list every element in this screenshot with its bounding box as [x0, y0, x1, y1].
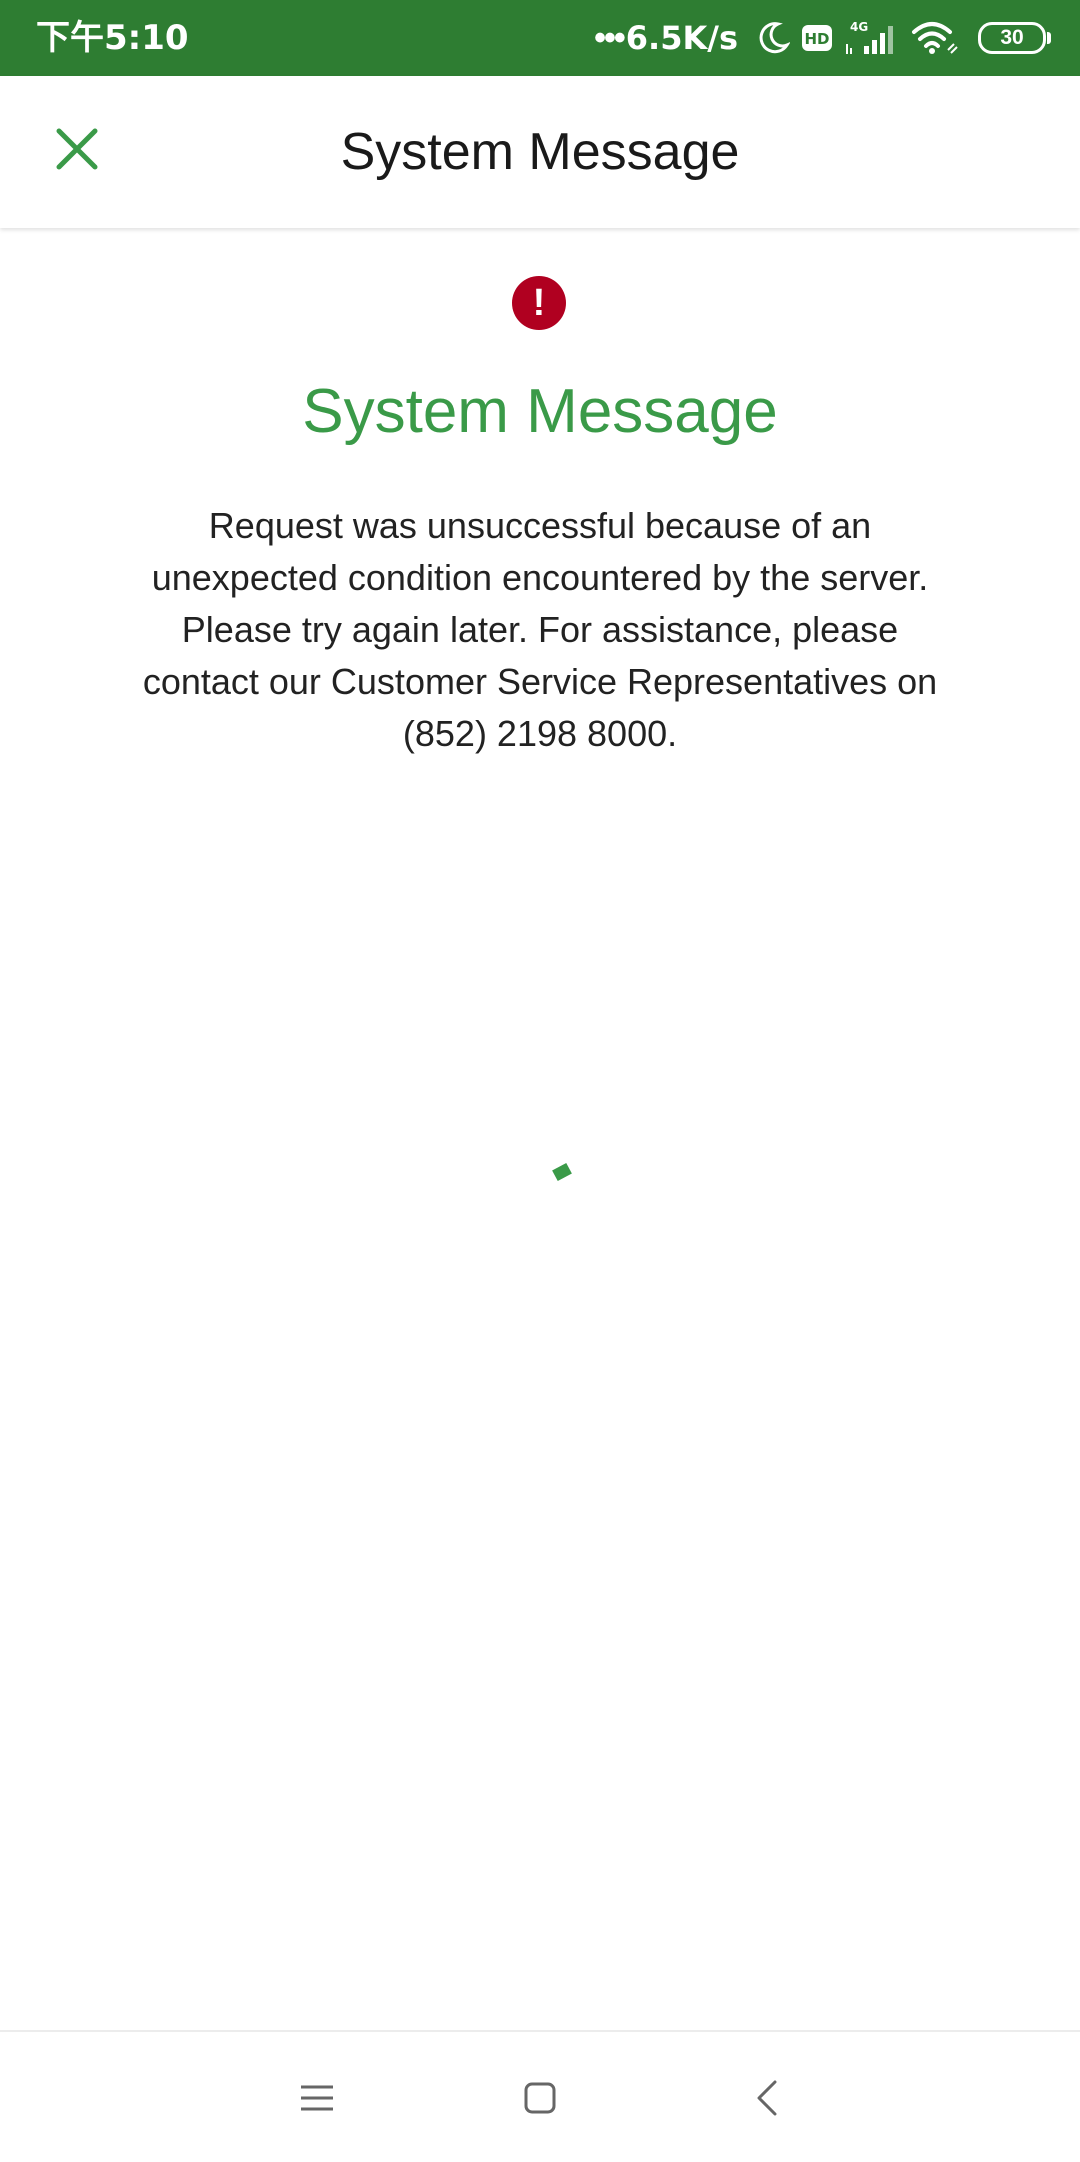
- notification-dots: •••: [594, 19, 626, 57]
- message-heading: System Message: [302, 377, 778, 446]
- battery-icon: 30: [978, 22, 1051, 54]
- message-body: Request was unsuccessful because of an u…: [142, 505, 938, 754]
- menu-icon: [301, 2085, 333, 2111]
- signal-label: 4G: [850, 20, 868, 34]
- page-title: System Message: [340, 123, 740, 181]
- error-icon: !: [512, 276, 566, 330]
- back-button[interactable]: [745, 2076, 789, 2120]
- battery-level: 30: [1000, 26, 1024, 49]
- back-icon: [757, 2080, 777, 2116]
- status-time: 下午5:10: [36, 18, 189, 58]
- navigation-bar: [0, 2030, 1080, 2162]
- moon-icon: [758, 21, 790, 55]
- hd-label: HD: [804, 30, 829, 48]
- app-bar: System Message: [0, 76, 1080, 228]
- close-icon: [56, 128, 98, 170]
- close-button[interactable]: [46, 118, 108, 180]
- home-icon: [524, 2082, 556, 2114]
- hd-icon: HD: [800, 23, 834, 53]
- menu-button[interactable]: [295, 2076, 339, 2120]
- signal-icon: 4G: [844, 18, 900, 58]
- status-bar: 下午5:10 ••• 6.5K/s HD 4G 30: [0, 0, 1080, 76]
- network-speed: 6.5K/s: [625, 19, 738, 57]
- home-button[interactable]: [518, 2076, 562, 2120]
- status-icons: ••• 6.5K/s HD 4G 30: [594, 0, 1051, 76]
- wifi-icon: [910, 20, 960, 56]
- loading-spinner-icon: [552, 1162, 572, 1182]
